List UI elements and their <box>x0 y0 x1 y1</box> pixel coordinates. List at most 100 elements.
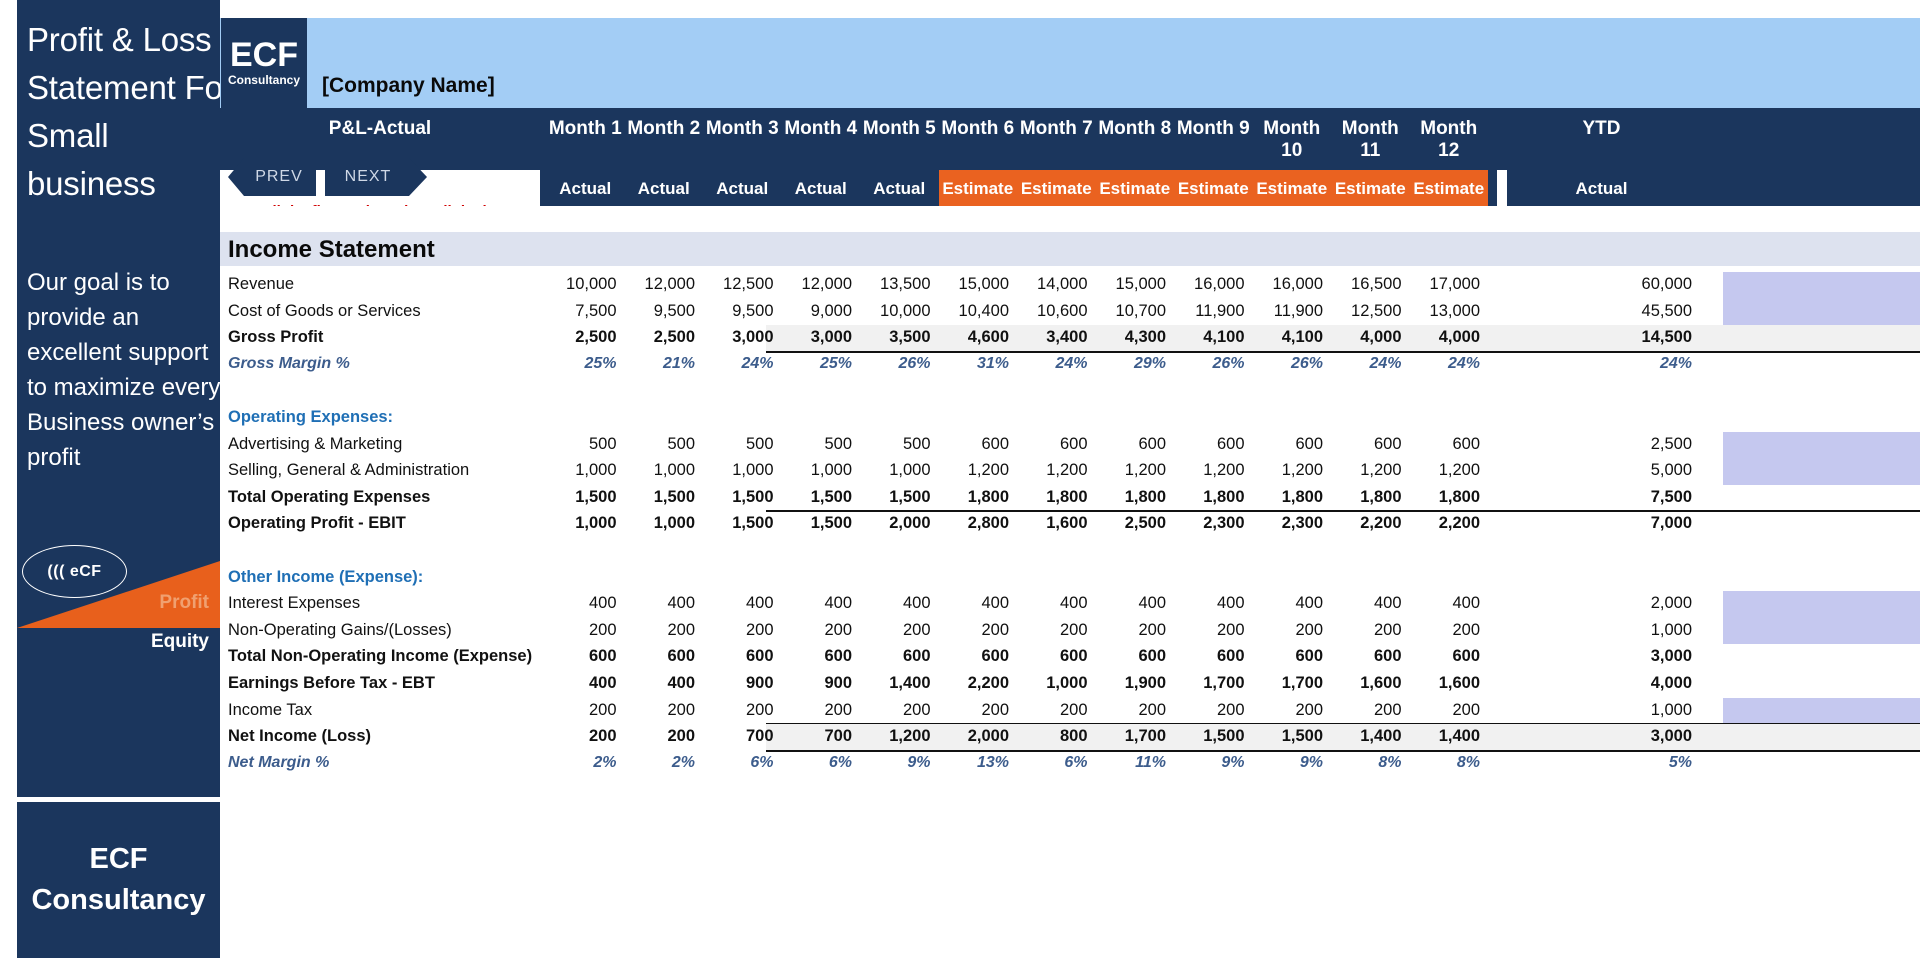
table-cell[interactable]: 45,500 <box>1503 302 1692 321</box>
table-cell[interactable]: 400 <box>625 594 695 613</box>
table-cell[interactable]: 13,000 <box>1410 302 1480 321</box>
table-cell[interactable]: 200 <box>860 621 931 640</box>
table-cell[interactable]: 2,500 <box>1503 435 1692 454</box>
table-cell[interactable]: 200 <box>1017 621 1088 640</box>
table-cell[interactable]: 26% <box>1253 355 1323 373</box>
table-cell[interactable]: 200 <box>546 701 617 720</box>
table-cell[interactable]: 25% <box>546 355 616 373</box>
table-cell[interactable]: 200 <box>625 621 695 640</box>
table-cell[interactable]: 1,200 <box>1017 461 1087 480</box>
table-cell[interactable]: 11,900 <box>1253 302 1323 321</box>
table-cell[interactable]: 600 <box>1253 435 1323 454</box>
table-cell[interactable]: 1,800 <box>1174 488 1244 507</box>
table-cell[interactable]: 10,400 <box>939 302 1009 321</box>
table-cell[interactable]: 26% <box>1174 355 1244 373</box>
table-cell[interactable]: 1,000 <box>1503 621 1692 640</box>
table-cell[interactable]: 12,500 <box>1331 302 1401 321</box>
table-cell[interactable]: 24% <box>1410 355 1480 373</box>
table-cell[interactable]: 60,000 <box>1503 275 1692 294</box>
table-cell[interactable]: 2,500 <box>546 328 616 347</box>
table-cell[interactable]: 1,500 <box>625 488 695 507</box>
table-cell[interactable]: 12,000 <box>782 275 852 294</box>
table-cell[interactable]: 2,300 <box>1253 514 1323 533</box>
table-cell[interactable]: 7,500 <box>1503 488 1692 507</box>
table-cell[interactable]: 1,800 <box>1096 488 1166 507</box>
table-cell[interactable]: 400 <box>782 594 852 613</box>
table-cell[interactable]: 14,500 <box>1503 328 1692 347</box>
table-cell[interactable]: 16,500 <box>1331 275 1401 294</box>
table-cell[interactable]: 13% <box>939 754 1009 772</box>
table-cell[interactable]: 3,000 <box>1503 727 1692 746</box>
table-cell[interactable]: 2,200 <box>939 674 1009 693</box>
table-cell[interactable]: 3,000 <box>703 328 773 347</box>
table-cell[interactable]: 10,000 <box>546 275 616 294</box>
table-cell[interactable]: 400 <box>860 594 931 613</box>
table-cell[interactable]: 400 <box>1410 594 1480 613</box>
table-cell[interactable]: 200 <box>1410 621 1480 640</box>
table-cell[interactable]: 200 <box>546 727 617 746</box>
table-cell[interactable]: 200 <box>782 701 852 720</box>
table-cell[interactable]: 400 <box>546 594 617 613</box>
table-cell[interactable]: 1,500 <box>860 488 930 507</box>
table-cell[interactable]: 11,900 <box>1174 302 1244 321</box>
table-cell[interactable]: 2,200 <box>1410 514 1480 533</box>
table-cell[interactable]: 29% <box>1096 355 1166 373</box>
table-cell[interactable]: 400 <box>546 674 617 693</box>
table-cell[interactable]: 400 <box>1331 594 1402 613</box>
table-cell[interactable]: 24% <box>1331 355 1401 373</box>
table-cell[interactable]: 200 <box>625 701 695 720</box>
table-cell[interactable]: 13,500 <box>860 275 930 294</box>
table-cell[interactable]: 4,100 <box>1174 328 1244 347</box>
table-cell[interactable]: 600 <box>939 647 1009 666</box>
table-cell[interactable]: 600 <box>782 647 852 666</box>
table-cell[interactable]: 200 <box>625 727 695 746</box>
table-cell[interactable]: 800 <box>1017 727 1088 746</box>
table-cell[interactable]: 6% <box>703 754 773 772</box>
table-cell[interactable]: 1,600 <box>1331 674 1401 693</box>
table-cell[interactable]: 1,500 <box>1253 727 1323 746</box>
table-cell[interactable]: 1,500 <box>782 488 852 507</box>
table-cell[interactable]: 200 <box>860 701 931 720</box>
table-cell[interactable]: 600 <box>1331 435 1402 454</box>
table-cell[interactable]: 900 <box>703 674 774 693</box>
table-cell[interactable]: 3,500 <box>860 328 930 347</box>
table-cell[interactable]: 500 <box>860 435 931 454</box>
table-cell[interactable]: 1,200 <box>939 461 1009 480</box>
table-cell[interactable]: 1,200 <box>1253 461 1323 480</box>
table-cell[interactable]: 1,800 <box>1410 488 1480 507</box>
table-cell[interactable]: 9% <box>1174 754 1244 772</box>
table-cell[interactable]: 200 <box>1096 701 1166 720</box>
table-cell[interactable]: 3,000 <box>782 328 852 347</box>
table-cell[interactable]: 9% <box>1253 754 1323 772</box>
table-cell[interactable]: 1,000 <box>782 461 852 480</box>
next-button[interactable]: NEXT <box>325 158 427 196</box>
table-cell[interactable]: 600 <box>1253 647 1323 666</box>
table-cell[interactable]: 200 <box>1174 621 1245 640</box>
table-cell[interactable]: 2,500 <box>625 328 695 347</box>
table-cell[interactable]: 200 <box>546 621 617 640</box>
table-cell[interactable]: 11% <box>1096 754 1166 772</box>
table-cell[interactable]: 1,500 <box>703 488 773 507</box>
table-cell[interactable]: 1,200 <box>860 727 930 746</box>
table-cell[interactable]: 10,600 <box>1017 302 1087 321</box>
table-cell[interactable]: 600 <box>1174 647 1245 666</box>
table-cell[interactable]: 1,800 <box>1017 488 1087 507</box>
table-cell[interactable]: 200 <box>1331 621 1402 640</box>
table-cell[interactable]: 10,700 <box>1096 302 1166 321</box>
table-cell[interactable]: 500 <box>782 435 852 454</box>
table-cell[interactable]: 8% <box>1410 754 1480 772</box>
table-cell[interactable]: 200 <box>703 701 774 720</box>
table-cell[interactable]: 1,000 <box>546 514 616 533</box>
table-cell[interactable]: 200 <box>1331 701 1402 720</box>
table-cell[interactable]: 600 <box>1331 647 1402 666</box>
table-cell[interactable]: 1,900 <box>1096 674 1166 693</box>
table-cell[interactable]: 200 <box>939 621 1009 640</box>
table-cell[interactable]: 200 <box>782 621 852 640</box>
table-cell[interactable]: 4,000 <box>1503 674 1692 693</box>
table-cell[interactable]: 1,000 <box>703 461 773 480</box>
table-cell[interactable]: 200 <box>1096 621 1166 640</box>
table-cell[interactable]: 1,800 <box>1331 488 1401 507</box>
table-cell[interactable]: 400 <box>1174 594 1245 613</box>
table-cell[interactable]: 200 <box>1410 701 1480 720</box>
table-cell[interactable]: 600 <box>625 647 695 666</box>
